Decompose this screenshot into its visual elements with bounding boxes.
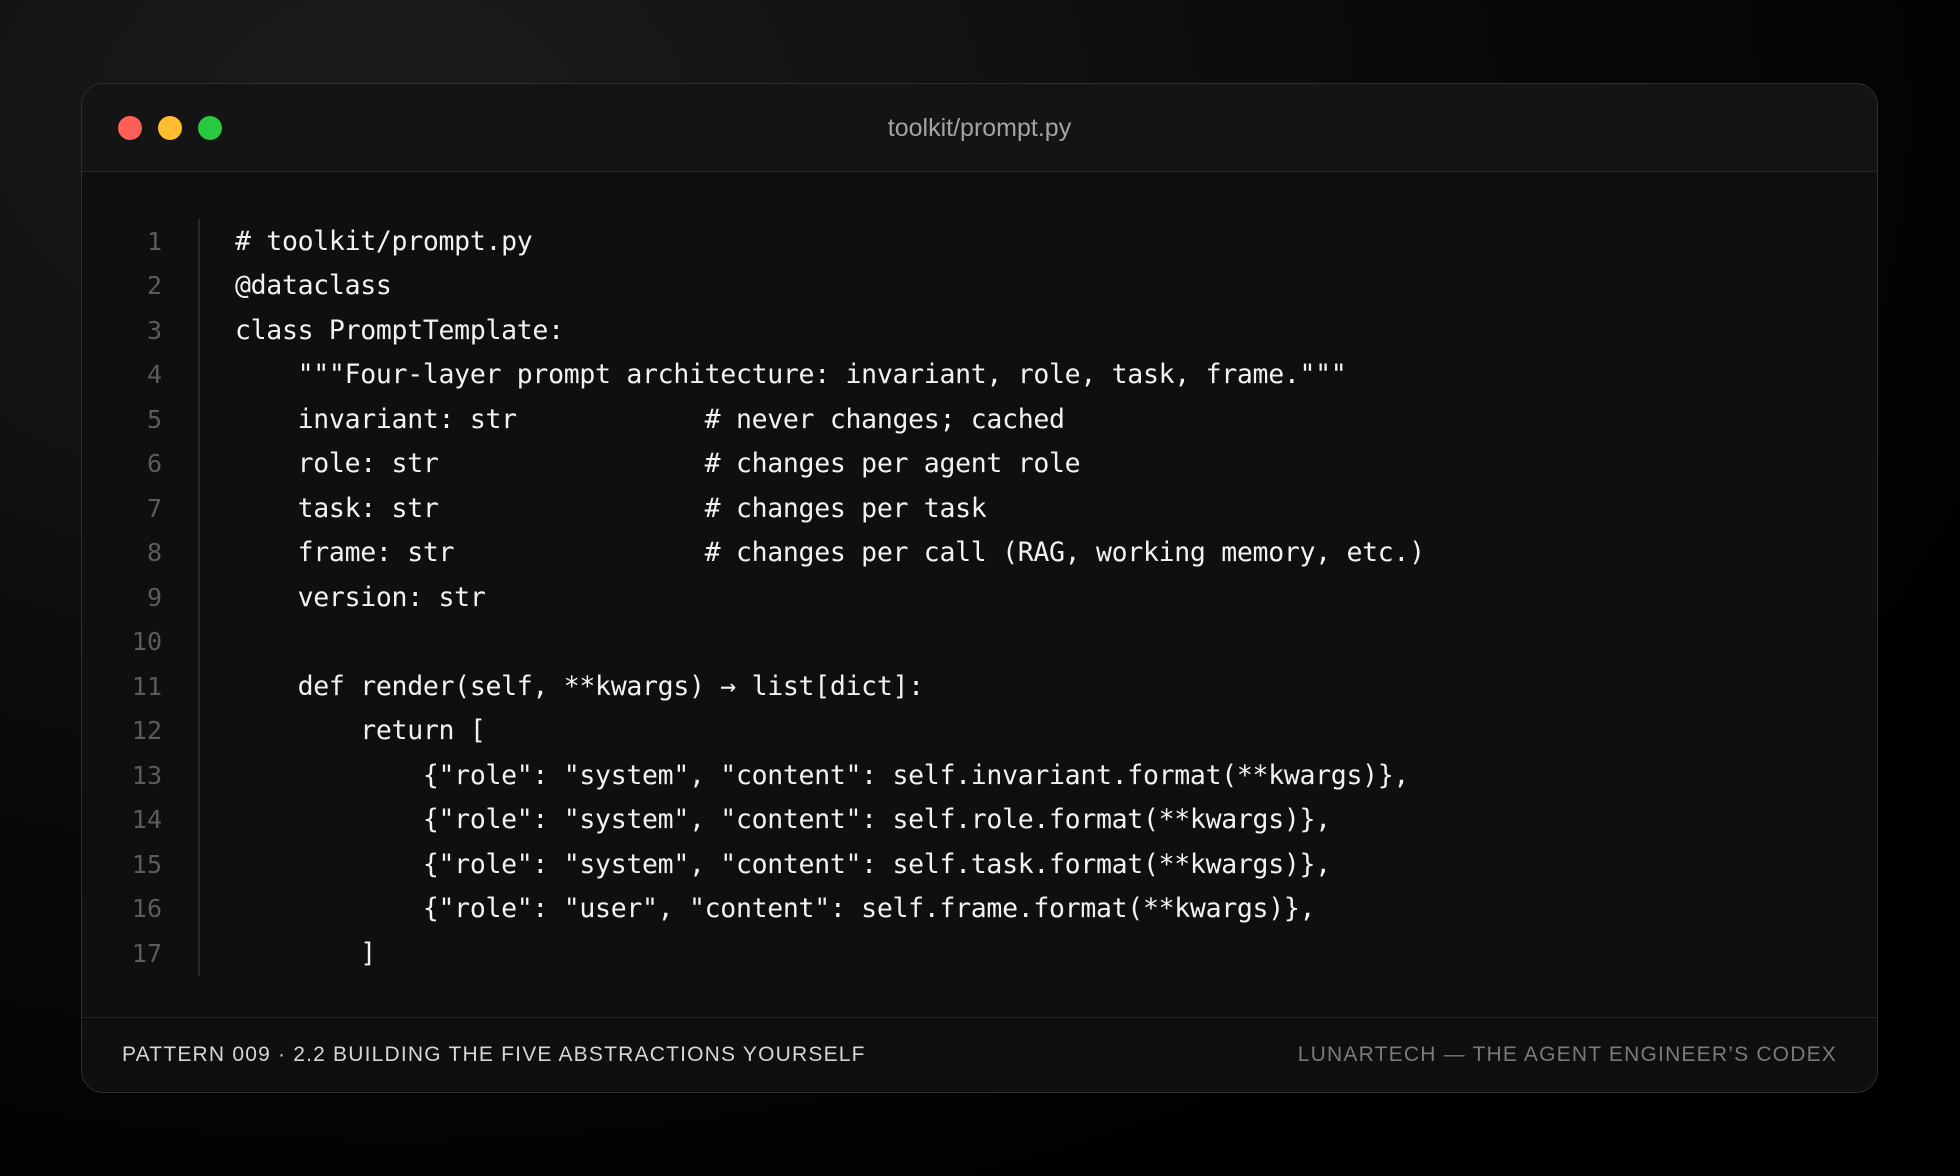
title-bar: toolkit/prompt.py: [82, 84, 1877, 172]
code-text: {"role": "system", "content": self.task.…: [235, 848, 1331, 880]
code-line: 6 role: str # changes per agent role: [82, 442, 1877, 487]
footer-brand-label: LUNARTECH — THE AGENT ENGINEER’S CODEX: [1297, 1043, 1837, 1066]
code-text: @dataclass: [235, 270, 392, 302]
code-lines: 1 # toolkit/prompt.py 2 @dataclass 3 class Pr…: [82, 219, 1877, 976]
code-line: 11 def render(self, **kwargs) → list[dic…: [82, 664, 1877, 709]
code-text: version: str: [235, 581, 486, 613]
code-line: 7 task: str # changes per task: [82, 486, 1877, 531]
code-line: 15 {"role": "system", "content": self.ta…: [82, 842, 1877, 887]
gutter-divider: [198, 219, 200, 976]
line-number: 15: [131, 849, 162, 879]
code-editor[interactable]: 1 # toolkit/prompt.py 2 @dataclass 3 class Pr…: [82, 172, 1877, 1017]
line-number: 7: [146, 493, 162, 523]
footer: PATTERN 009 · 2.2 BUILDING THE FIVE ABST…: [82, 1017, 1877, 1092]
line-number: 17: [131, 938, 162, 968]
line-number: 10: [131, 627, 162, 657]
line-number: 2: [146, 271, 162, 301]
code-text: {"role": "system", "content": self.invar…: [235, 759, 1410, 791]
code-text: {"role": "system", "content": self.role.…: [235, 804, 1331, 836]
line-number: 8: [146, 538, 162, 568]
code-line: 1 # toolkit/prompt.py: [82, 219, 1877, 264]
code-text: class PromptTemplate:: [235, 314, 564, 346]
line-number: 3: [146, 315, 162, 345]
code-text: task: str # changes per task: [235, 492, 987, 524]
line-number: 14: [131, 805, 162, 835]
code-line: 14 {"role": "system", "content": self.ro…: [82, 798, 1877, 843]
code-text: return [: [235, 715, 486, 747]
code-text: """Four-layer prompt architecture: invar…: [235, 359, 1347, 391]
code-text: ]: [235, 937, 376, 969]
footer-pattern-label: PATTERN 009 · 2.2 BUILDING THE FIVE ABST…: [122, 1043, 866, 1066]
line-number: 11: [131, 671, 162, 701]
line-number: 13: [131, 760, 162, 790]
code-text: {"role": "user", "content": self.frame.f…: [235, 893, 1316, 925]
code-line: 13 {"role": "system", "content": self.in…: [82, 753, 1877, 798]
code-line: 17 ]: [82, 931, 1877, 976]
code-text: def render(self, **kwargs) → list[dict]:: [235, 670, 924, 702]
line-number: 4: [146, 360, 162, 390]
code-line: 8 frame: str # changes per call (RAG, wo…: [82, 531, 1877, 576]
code-text: frame: str # changes per call (RAG, work…: [235, 537, 1425, 569]
code-text: role: str # changes per agent role: [235, 448, 1081, 480]
line-number: 12: [131, 716, 162, 746]
code-window: toolkit/prompt.py 1 # toolkit/prompt.py 2 @…: [81, 83, 1878, 1093]
code-line: 9 version: str: [82, 575, 1877, 620]
code-line: 5 invariant: str # never changes; cached: [82, 397, 1877, 442]
code-line: 10: [82, 620, 1877, 665]
line-number: 5: [146, 404, 162, 434]
line-number: 6: [146, 449, 162, 479]
line-number: 9: [146, 582, 162, 612]
code-line: 16 {"role": "user", "content": self.fram…: [82, 887, 1877, 932]
code-text: # toolkit/prompt.py: [235, 225, 533, 257]
code-line: 2 @dataclass: [82, 264, 1877, 309]
line-number: 1: [146, 226, 162, 256]
code-line: 4 """Four-layer prompt architecture: inv…: [82, 353, 1877, 398]
code-line: 12 return [: [82, 709, 1877, 754]
window-title: toolkit/prompt.py: [887, 114, 1072, 142]
code-line: 3 class PromptTemplate:: [82, 308, 1877, 353]
line-number: 16: [131, 894, 162, 924]
code-text: invariant: str # never changes; cached: [235, 403, 1065, 435]
